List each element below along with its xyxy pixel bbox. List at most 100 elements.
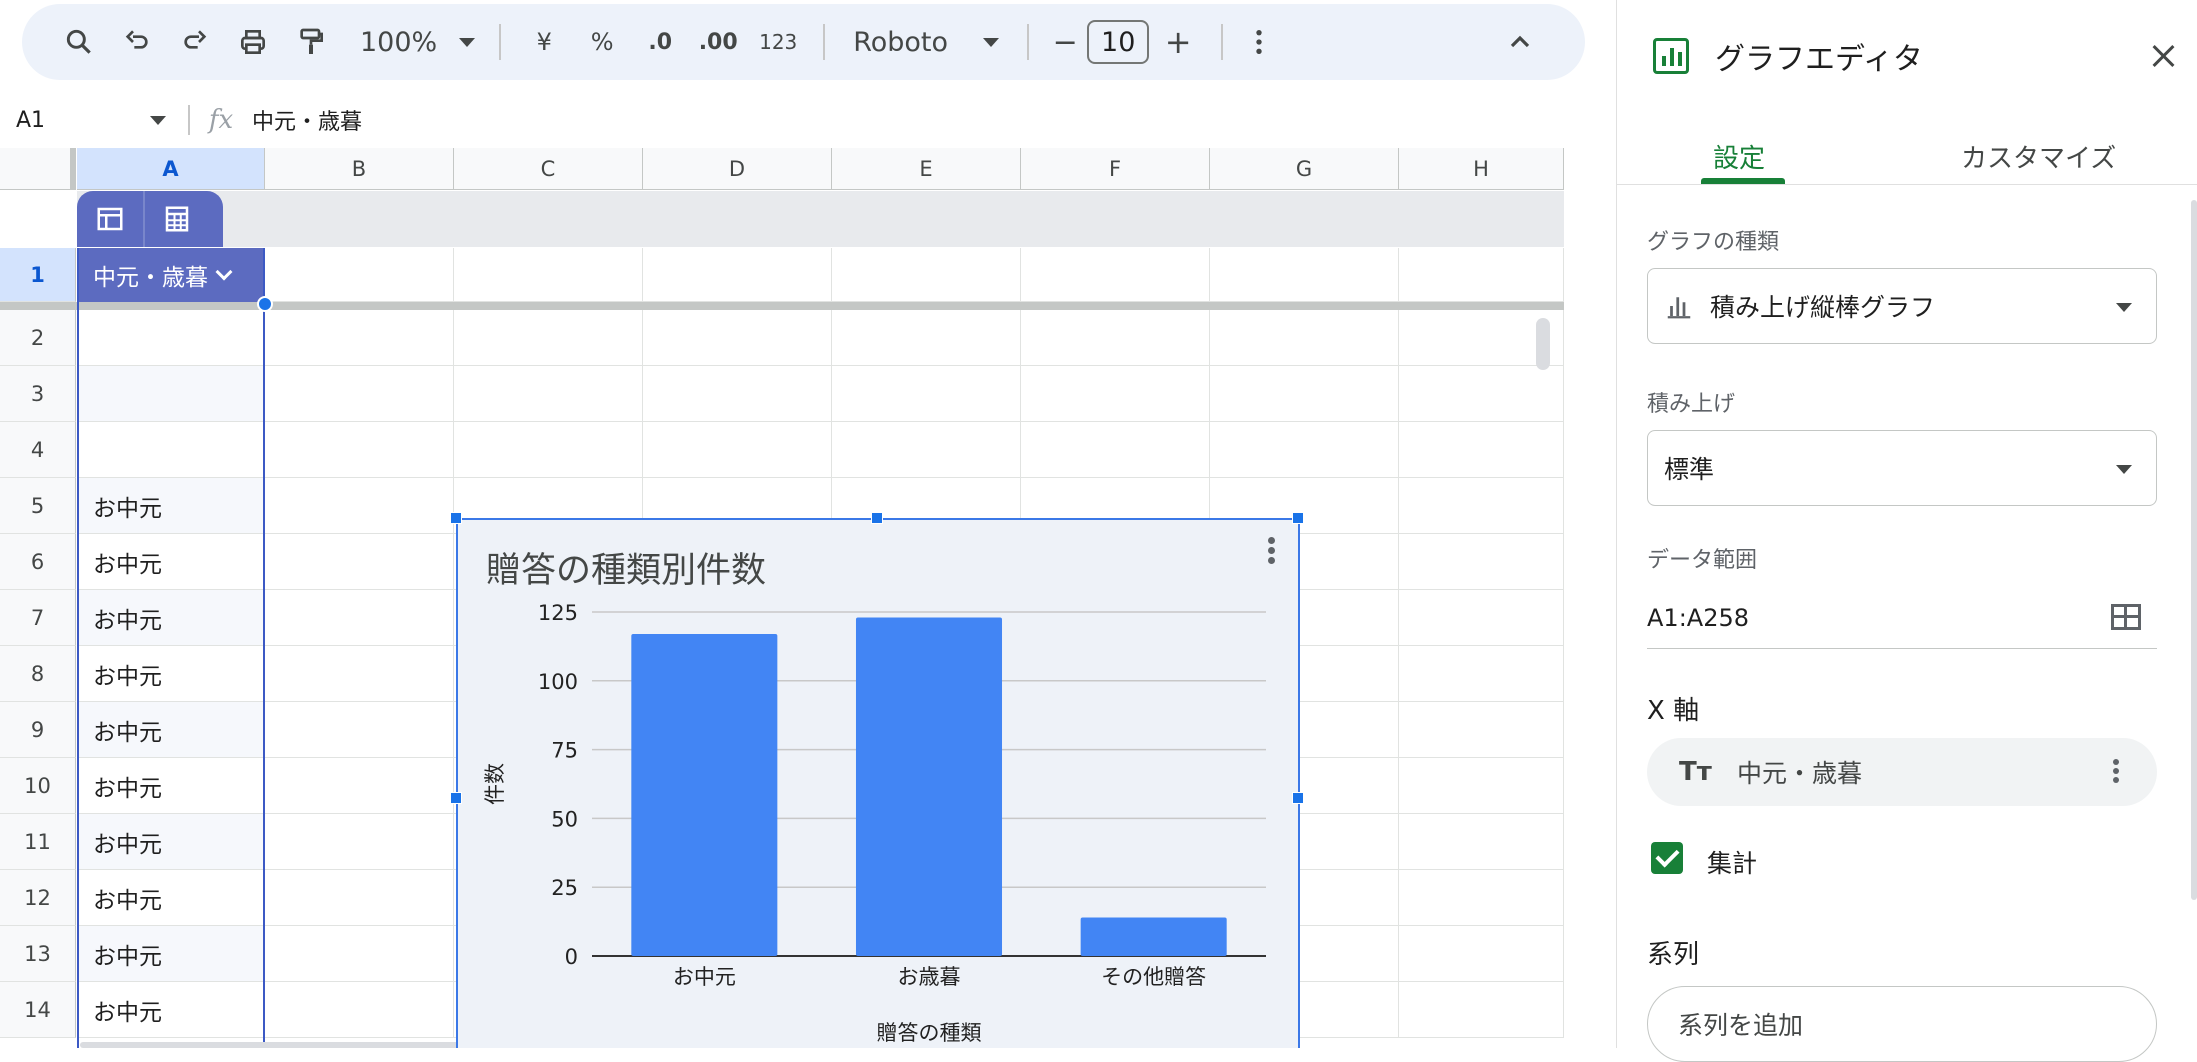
cell-h8[interactable] <box>1399 646 1564 702</box>
cell-a7[interactable]: お中元 <box>77 590 265 646</box>
horizontal-scrollbar[interactable] <box>80 1042 510 1048</box>
cell-a10[interactable]: お中元 <box>77 758 265 814</box>
cell-g2[interactable] <box>1210 310 1399 366</box>
tab-setup[interactable]: 設定 <box>1713 138 1765 175</box>
cell-h3[interactable] <box>1399 366 1564 422</box>
cell-h14[interactable] <box>1399 982 1564 1038</box>
cell-h4[interactable] <box>1399 422 1564 478</box>
cell-h6[interactable] <box>1399 534 1564 590</box>
cell-b13[interactable] <box>265 926 454 982</box>
cell-e3[interactable] <box>832 366 1021 422</box>
cell-g3[interactable] <box>1210 366 1399 422</box>
cell-c4[interactable] <box>454 422 643 478</box>
font-size-decrease-button[interactable]: − <box>1043 16 1087 68</box>
resize-handle[interactable] <box>450 512 462 524</box>
cell-b4[interactable] <box>265 422 454 478</box>
percent-format-button[interactable]: % <box>573 16 631 68</box>
row-header-8[interactable]: 8 <box>0 646 76 702</box>
cell-b1[interactable] <box>265 248 454 302</box>
row-header-6[interactable]: 6 <box>0 534 76 590</box>
number-format-button[interactable]: 123 <box>747 16 809 68</box>
cell-f3[interactable] <box>1021 366 1210 422</box>
select-all-corner[interactable] <box>0 148 76 190</box>
row-header-12[interactable]: 12 <box>0 870 76 926</box>
cell-h1[interactable] <box>1399 248 1564 302</box>
row-header-13[interactable]: 13 <box>0 926 76 982</box>
cell-a5[interactable]: お中元 <box>77 478 265 534</box>
cell-h13[interactable] <box>1399 926 1564 982</box>
paint-format-icon[interactable] <box>282 16 340 68</box>
cell-a9[interactable]: お中元 <box>77 702 265 758</box>
table-view-icon[interactable] <box>77 191 143 247</box>
cell-a6[interactable]: お中元 <box>77 534 265 590</box>
increase-decimal-button[interactable]: .00 <box>689 16 747 68</box>
collapse-toolbar-icon[interactable] <box>1491 16 1549 68</box>
cell-e2[interactable] <box>832 310 1021 366</box>
column-header-e[interactable]: E <box>832 148 1021 190</box>
formula-input[interactable]: 中元・歳暮 <box>252 104 362 136</box>
row-header-3[interactable]: 3 <box>0 366 76 422</box>
aggregate-checkbox[interactable] <box>1651 842 1683 874</box>
name-box[interactable]: A1 <box>0 96 180 144</box>
cell-a11[interactable]: お中元 <box>77 814 265 870</box>
cell-h7[interactable] <box>1399 590 1564 646</box>
column-header-b[interactable]: B <box>265 148 454 190</box>
cell-g1[interactable] <box>1210 248 1399 302</box>
resize-handle[interactable] <box>450 792 462 804</box>
selection-handle[interactable] <box>257 296 273 312</box>
row-header-7[interactable]: 7 <box>0 590 76 646</box>
cell-b6[interactable] <box>265 534 454 590</box>
more-options-icon[interactable] <box>1237 16 1281 68</box>
cell-a2[interactable] <box>77 310 265 366</box>
cell-c1[interactable] <box>454 248 643 302</box>
chart-type-select[interactable]: 積み上げ縦棒グラフ <box>1647 268 2157 344</box>
cell-b7[interactable] <box>265 590 454 646</box>
cell-d1[interactable] <box>643 248 832 302</box>
cell-e4[interactable] <box>832 422 1021 478</box>
row-header-14[interactable]: 14 <box>0 982 76 1038</box>
table-header-cell-a1[interactable]: 中元・歳暮 <box>77 248 265 302</box>
font-size-input[interactable]: 10 <box>1087 20 1150 64</box>
more-options-icon[interactable] <box>2113 756 2119 786</box>
font-size-increase-button[interactable]: + <box>1149 16 1207 68</box>
resize-handle[interactable] <box>1292 792 1304 804</box>
row-header-10[interactable]: 10 <box>0 758 76 814</box>
chart[interactable]: 贈答の種類別件数 0 25 50 75 100 125 お中元 お歳暮 その他贈答 贈答の種類 件数 <box>450 512 1304 1048</box>
cell-a3[interactable] <box>77 366 265 422</box>
cell-e1[interactable] <box>832 248 1021 302</box>
cell-d3[interactable] <box>643 366 832 422</box>
cell-c2[interactable] <box>454 310 643 366</box>
column-header-c[interactable]: C <box>454 148 643 190</box>
cell-c3[interactable] <box>454 366 643 422</box>
font-family-select[interactable]: Roboto <box>839 16 1013 68</box>
cell-f1[interactable] <box>1021 248 1210 302</box>
row-header-1[interactable]: 1 <box>0 248 76 302</box>
vertical-scrollbar[interactable] <box>1536 318 1550 370</box>
resize-handle[interactable] <box>871 512 883 524</box>
cell-a12[interactable]: お中元 <box>77 870 265 926</box>
column-header-g[interactable]: G <box>1210 148 1399 190</box>
cell-f4[interactable] <box>1021 422 1210 478</box>
cell-f2[interactable] <box>1021 310 1210 366</box>
cell-a8[interactable]: お中元 <box>77 646 265 702</box>
cell-b3[interactable] <box>265 366 454 422</box>
zoom-select[interactable]: 100% <box>340 16 485 68</box>
search-menus-icon[interactable] <box>50 16 108 68</box>
tab-customize[interactable]: カスタマイズ <box>1961 138 2116 175</box>
row-header-11[interactable]: 11 <box>0 814 76 870</box>
stacking-select[interactable]: 標準 <box>1647 430 2157 506</box>
table-calculator-icon[interactable] <box>143 191 209 247</box>
cell-h5[interactable] <box>1399 478 1564 534</box>
cell-h9[interactable] <box>1399 702 1564 758</box>
cell-d4[interactable] <box>643 422 832 478</box>
cell-a14[interactable]: お中元 <box>77 982 265 1038</box>
cell-d2[interactable] <box>643 310 832 366</box>
cell-b9[interactable] <box>265 702 454 758</box>
x-axis-chip[interactable]: Tт 中元・歳暮 <box>1647 738 2157 806</box>
row-header-4[interactable]: 4 <box>0 422 76 478</box>
row-header-2[interactable]: 2 <box>0 310 76 366</box>
close-icon[interactable] <box>2150 42 2178 70</box>
column-header-h[interactable]: H <box>1399 148 1564 190</box>
cell-b12[interactable] <box>265 870 454 926</box>
cell-b10[interactable] <box>265 758 454 814</box>
